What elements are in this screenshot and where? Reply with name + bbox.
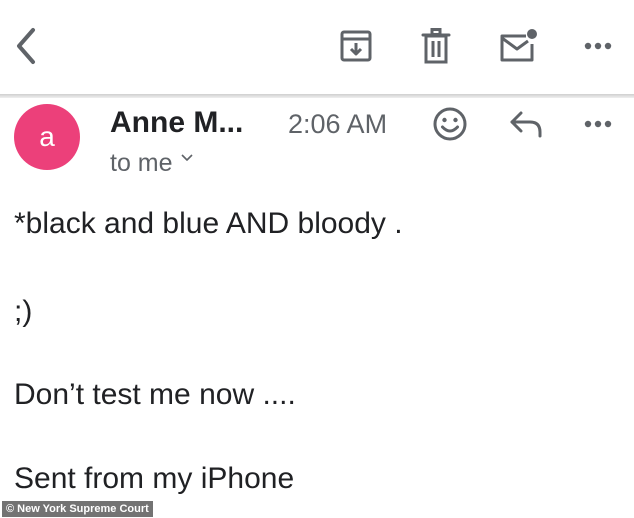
sender-name[interactable]: Anne M... [110,104,243,142]
message-time: 2:06 AM [288,109,388,139]
body-line: ;) [14,295,33,328]
recipient-details-toggle[interactable]: to me [110,146,193,180]
reply-icon [510,111,542,138]
delete-button[interactable] [414,24,458,68]
more-options-button[interactable] [576,24,620,68]
recipient-label: to me [110,149,173,177]
archive-button[interactable] [334,24,378,68]
chevron-down-icon [180,154,193,161]
mark-unread-icon [500,29,537,62]
more-icon [584,120,612,128]
avatar-initial: a [39,121,55,152]
react-emoji-button[interactable] [428,102,472,146]
body-line: Sent from my iPhone [14,462,295,495]
avatar[interactable]: a [14,104,80,170]
body-line: Don’t test me now .... [14,378,296,411]
top-toolbar [0,0,634,96]
back-button[interactable] [4,24,48,68]
reply-button[interactable] [504,102,548,146]
message-more-button[interactable] [576,102,620,146]
back-arrow-icon [17,28,35,64]
photo-credit: © New York Supreme Court [2,501,153,517]
archive-icon [340,30,372,62]
toolbar-divider [0,94,634,98]
trash-icon [421,28,451,64]
emoji-icon [433,107,467,141]
body-line: *black and blue AND bloody . [14,207,403,240]
more-icon [584,42,612,50]
mark-unread-button[interactable] [496,24,540,68]
